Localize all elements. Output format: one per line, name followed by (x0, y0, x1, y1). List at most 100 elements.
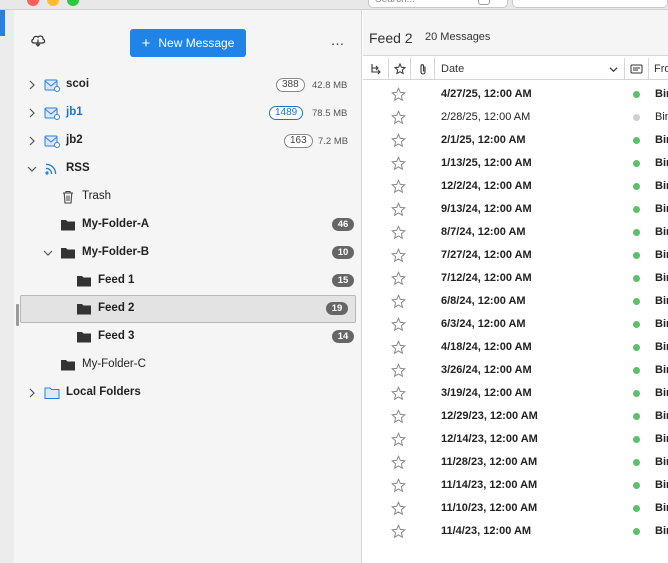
new-message-button[interactable]: + New Message (130, 29, 246, 57)
unread-status-dot[interactable] (633, 321, 640, 328)
message-row[interactable]: 11/4/23, 12:00 AM Bing (363, 520, 668, 543)
message-row[interactable]: 4/18/24, 12:00 AM Bing (363, 336, 668, 359)
chevron-down-icon[interactable] (27, 164, 37, 174)
star-icon[interactable] (391, 248, 406, 263)
star-icon[interactable] (391, 455, 406, 470)
unread-status-dot[interactable] (633, 206, 640, 213)
get-messages-icon[interactable] (30, 33, 46, 47)
junk-column-header[interactable] (625, 58, 649, 80)
message-row[interactable]: 12/14/23, 12:00 AM Bing (363, 428, 668, 451)
folder-item-my-folder-a[interactable]: My-Folder-A 46 (14, 211, 362, 239)
toolbar-field[interactable] (512, 0, 668, 8)
unread-status-dot[interactable] (633, 229, 640, 236)
star-icon[interactable] (391, 133, 406, 148)
unread-status-dot[interactable] (633, 91, 640, 98)
star-icon[interactable] (391, 156, 406, 171)
message-sender: Bing (655, 203, 668, 215)
unread-status-dot[interactable] (633, 344, 640, 351)
star-icon[interactable] (391, 317, 406, 332)
chevron-right-icon[interactable] (27, 108, 37, 118)
message-row[interactable]: 7/12/24, 12:00 AM Bing (363, 267, 668, 290)
from-column-header[interactable]: From (649, 58, 668, 80)
folder-item-trash[interactable]: Trash (14, 183, 362, 211)
chevron-right-icon[interactable] (27, 388, 37, 398)
unread-status-dot[interactable] (633, 390, 640, 397)
message-row[interactable]: 3/19/24, 12:00 AM Bing (363, 382, 668, 405)
folder-item-feed-1[interactable]: Feed 1 15 (14, 267, 362, 295)
message-row[interactable]: 12/29/23, 12:00 AM Bing (363, 405, 668, 428)
unread-status-dot[interactable] (633, 413, 640, 420)
chevron-down-icon[interactable] (43, 248, 53, 258)
message-date: 9/13/24, 12:00 AM (441, 203, 532, 215)
folder-icon (61, 360, 75, 371)
message-row[interactable]: 8/7/24, 12:00 AM Bing (363, 221, 668, 244)
message-row[interactable]: 11/28/23, 12:00 AM Bing (363, 451, 668, 474)
message-row[interactable]: 6/3/24, 12:00 AM Bing (363, 313, 668, 336)
message-row[interactable]: 6/8/24, 12:00 AM Bing (363, 290, 668, 313)
thread-column-header[interactable] (363, 58, 389, 80)
message-row[interactable]: 11/10/23, 12:00 AM Bing (363, 497, 668, 520)
date-column-header[interactable]: Date (435, 58, 625, 80)
star-icon[interactable] (391, 271, 406, 286)
folder-item-jb2[interactable]: jb2 163 7.2 MB (14, 127, 362, 155)
message-row[interactable]: 11/14/23, 12:00 AM Bing (363, 474, 668, 497)
star-icon[interactable] (391, 202, 406, 217)
minimize-window-button[interactable] (47, 0, 59, 6)
close-window-button[interactable] (27, 0, 39, 6)
star-icon[interactable] (391, 501, 406, 516)
thread-pane: Feed 2 20 Messages Date From 4/27/25, 12… (363, 10, 668, 563)
message-date: 12/29/23, 12:00 AM (441, 410, 538, 422)
folder-item-my-folder-c[interactable]: My-Folder-C (14, 351, 362, 379)
star-icon[interactable] (391, 179, 406, 194)
chevron-right-icon[interactable] (27, 136, 37, 146)
folder-item-feed-3[interactable]: Feed 3 14 (14, 323, 362, 351)
unread-status-dot[interactable] (633, 459, 640, 466)
star-icon[interactable] (391, 363, 406, 378)
folder-pane-menu-button[interactable]: … (328, 32, 348, 52)
star-icon[interactable] (391, 87, 406, 102)
search-options-icon[interactable] (478, 0, 490, 5)
unread-status-dot[interactable] (633, 436, 640, 443)
message-row[interactable]: 9/13/24, 12:00 AM Bing (363, 198, 668, 221)
star-icon[interactable] (391, 386, 406, 401)
message-row[interactable]: 2/28/25, 12:00 AM Bing (363, 106, 668, 129)
star-icon[interactable] (391, 432, 406, 447)
message-row[interactable]: 7/27/24, 12:00 AM Bing (363, 244, 668, 267)
message-row[interactable]: 3/26/24, 12:00 AM Bing (363, 359, 668, 382)
message-row[interactable]: 4/27/25, 12:00 AM Bing (363, 83, 668, 106)
star-icon[interactable] (391, 225, 406, 240)
star-column-header[interactable] (389, 58, 411, 80)
unread-status-dot[interactable] (633, 183, 640, 190)
unread-status-dot[interactable] (633, 505, 640, 512)
message-row[interactable]: 12/2/24, 12:00 AM Bing (363, 175, 668, 198)
star-icon[interactable] (391, 340, 406, 355)
folder-item-local-folders[interactable]: Local Folders (14, 379, 362, 407)
folder-item-feed-2[interactable]: Feed 2 19 (20, 295, 356, 323)
unread-status-dot[interactable] (633, 160, 640, 167)
folder-item-jb1[interactable]: jb1 1489 78.5 MB (14, 99, 362, 127)
chevron-right-icon[interactable] (27, 80, 37, 90)
unread-status-dot[interactable] (633, 528, 640, 535)
unread-status-dot[interactable] (633, 137, 640, 144)
unread-status-dot[interactable] (633, 367, 640, 374)
folder-item-scoi[interactable]: scoi 388 42.8 MB (14, 71, 362, 99)
read-status-dot[interactable] (633, 114, 640, 121)
attachment-column-header[interactable] (411, 58, 435, 80)
message-row[interactable]: 1/13/25, 12:00 AM Bing (363, 152, 668, 175)
message-date: 2/1/25, 12:00 AM (441, 134, 526, 146)
unread-status-dot[interactable] (633, 252, 640, 259)
folder-item-my-folder-b[interactable]: My-Folder-B 10 (14, 239, 362, 267)
folder-item-rss[interactable]: RSS (14, 155, 362, 183)
star-icon[interactable] (391, 110, 406, 125)
zoom-window-button[interactable] (67, 0, 79, 6)
unread-status-dot[interactable] (633, 482, 640, 489)
star-icon[interactable] (391, 294, 406, 309)
star-icon[interactable] (391, 409, 406, 424)
star-icon[interactable] (391, 478, 406, 493)
message-row[interactable]: 2/1/25, 12:00 AM Bing (363, 129, 668, 152)
unread-status-dot[interactable] (633, 275, 640, 282)
star-icon[interactable] (391, 524, 406, 539)
message-sender: Bing (655, 134, 668, 146)
pane-splitter-handle[interactable] (16, 304, 19, 326)
unread-status-dot[interactable] (633, 298, 640, 305)
